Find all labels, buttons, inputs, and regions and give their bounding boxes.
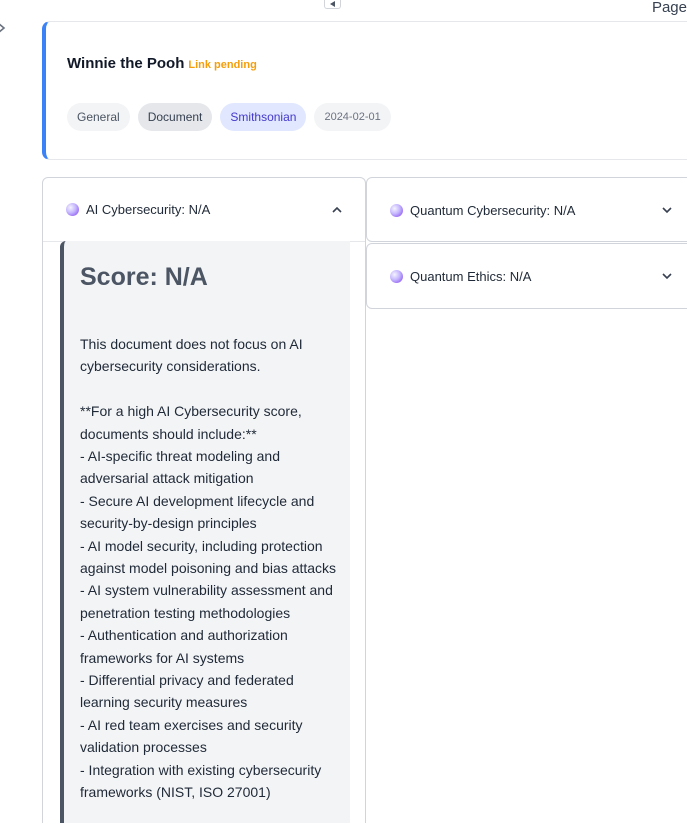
orb-icon (390, 269, 403, 283)
accordion-label: Quantum Ethics: N/A (410, 268, 532, 284)
criteria-item: - AI-specific threat modeling and advers… (80, 448, 280, 487)
page: Page Winnie the Pooh Link pending Genera… (0, 0, 687, 823)
orb-icon (390, 203, 403, 217)
document-title-row: Winnie the Pooh Link pending (67, 55, 257, 72)
category-tag[interactable]: General (67, 103, 130, 131)
chevron-down-icon[interactable] (661, 270, 673, 282)
criteria-item: - Integration with existing cybersecurit… (80, 761, 322, 801)
accordion-header-quantum-ethics[interactable]: Quantum Ethics: N/A (367, 244, 687, 308)
accordion-label: Quantum Cybersecurity: N/A (410, 202, 576, 218)
criteria-heading: **For a high AI Cybersecurity score, doc… (80, 403, 302, 442)
criteria-item: - AI model security, including protectio… (80, 537, 337, 577)
collapse-handle-icon[interactable] (324, 0, 341, 9)
score-explanation: This document does not focus on AI cyber… (80, 333, 342, 804)
score-title: Score: N/A (80, 263, 208, 291)
criteria-item: - AI red team exercises and security val… (80, 716, 303, 756)
chevron-up-icon[interactable] (331, 204, 343, 216)
accordion-ai-cybersecurity: AI Cybersecurity: N/A Score: N/A This do… (42, 177, 366, 823)
type-tag[interactable]: Document (137, 103, 213, 131)
score-summary: This document does not focus on AI cyber… (80, 336, 303, 375)
accordion-header-quantum-cybersecurity[interactable]: Quantum Cybersecurity: N/A (367, 178, 687, 242)
document-card: Winnie the Pooh Link pending General Doc… (42, 21, 687, 160)
criteria-item: - Differential privacy and federated lea… (80, 672, 294, 711)
date-tag: 2024-02-01 (314, 103, 391, 131)
criteria-item: - Secure AI development lifecycle and se… (80, 492, 315, 532)
document-title: Winnie the Pooh (67, 55, 185, 72)
accordion-header-ai-cybersecurity[interactable]: AI Cybersecurity: N/A (43, 178, 365, 242)
orb-icon (66, 203, 79, 216)
link-status: Link pending (188, 59, 257, 71)
accordion-label: AI Cybersecurity: N/A (86, 202, 211, 217)
chevron-right-icon[interactable] (0, 18, 8, 38)
accordion-quantum-ethics: Quantum Ethics: N/A (366, 243, 687, 309)
score-panel: Score: N/A This document does not focus … (60, 241, 350, 823)
accordion-quantum-cybersecurity: Quantum Cybersecurity: N/A (366, 177, 687, 242)
criteria-item: - AI system vulnerability assessment and… (80, 582, 333, 621)
source-tag[interactable]: Smithsonian (220, 103, 307, 131)
criteria-item: - Authentication and authorization frame… (80, 627, 288, 666)
page-label: Page (651, 0, 687, 16)
tag-list: General Document Smithsonian 2024-02-01 (67, 103, 391, 131)
chevron-down-icon[interactable] (661, 204, 673, 216)
